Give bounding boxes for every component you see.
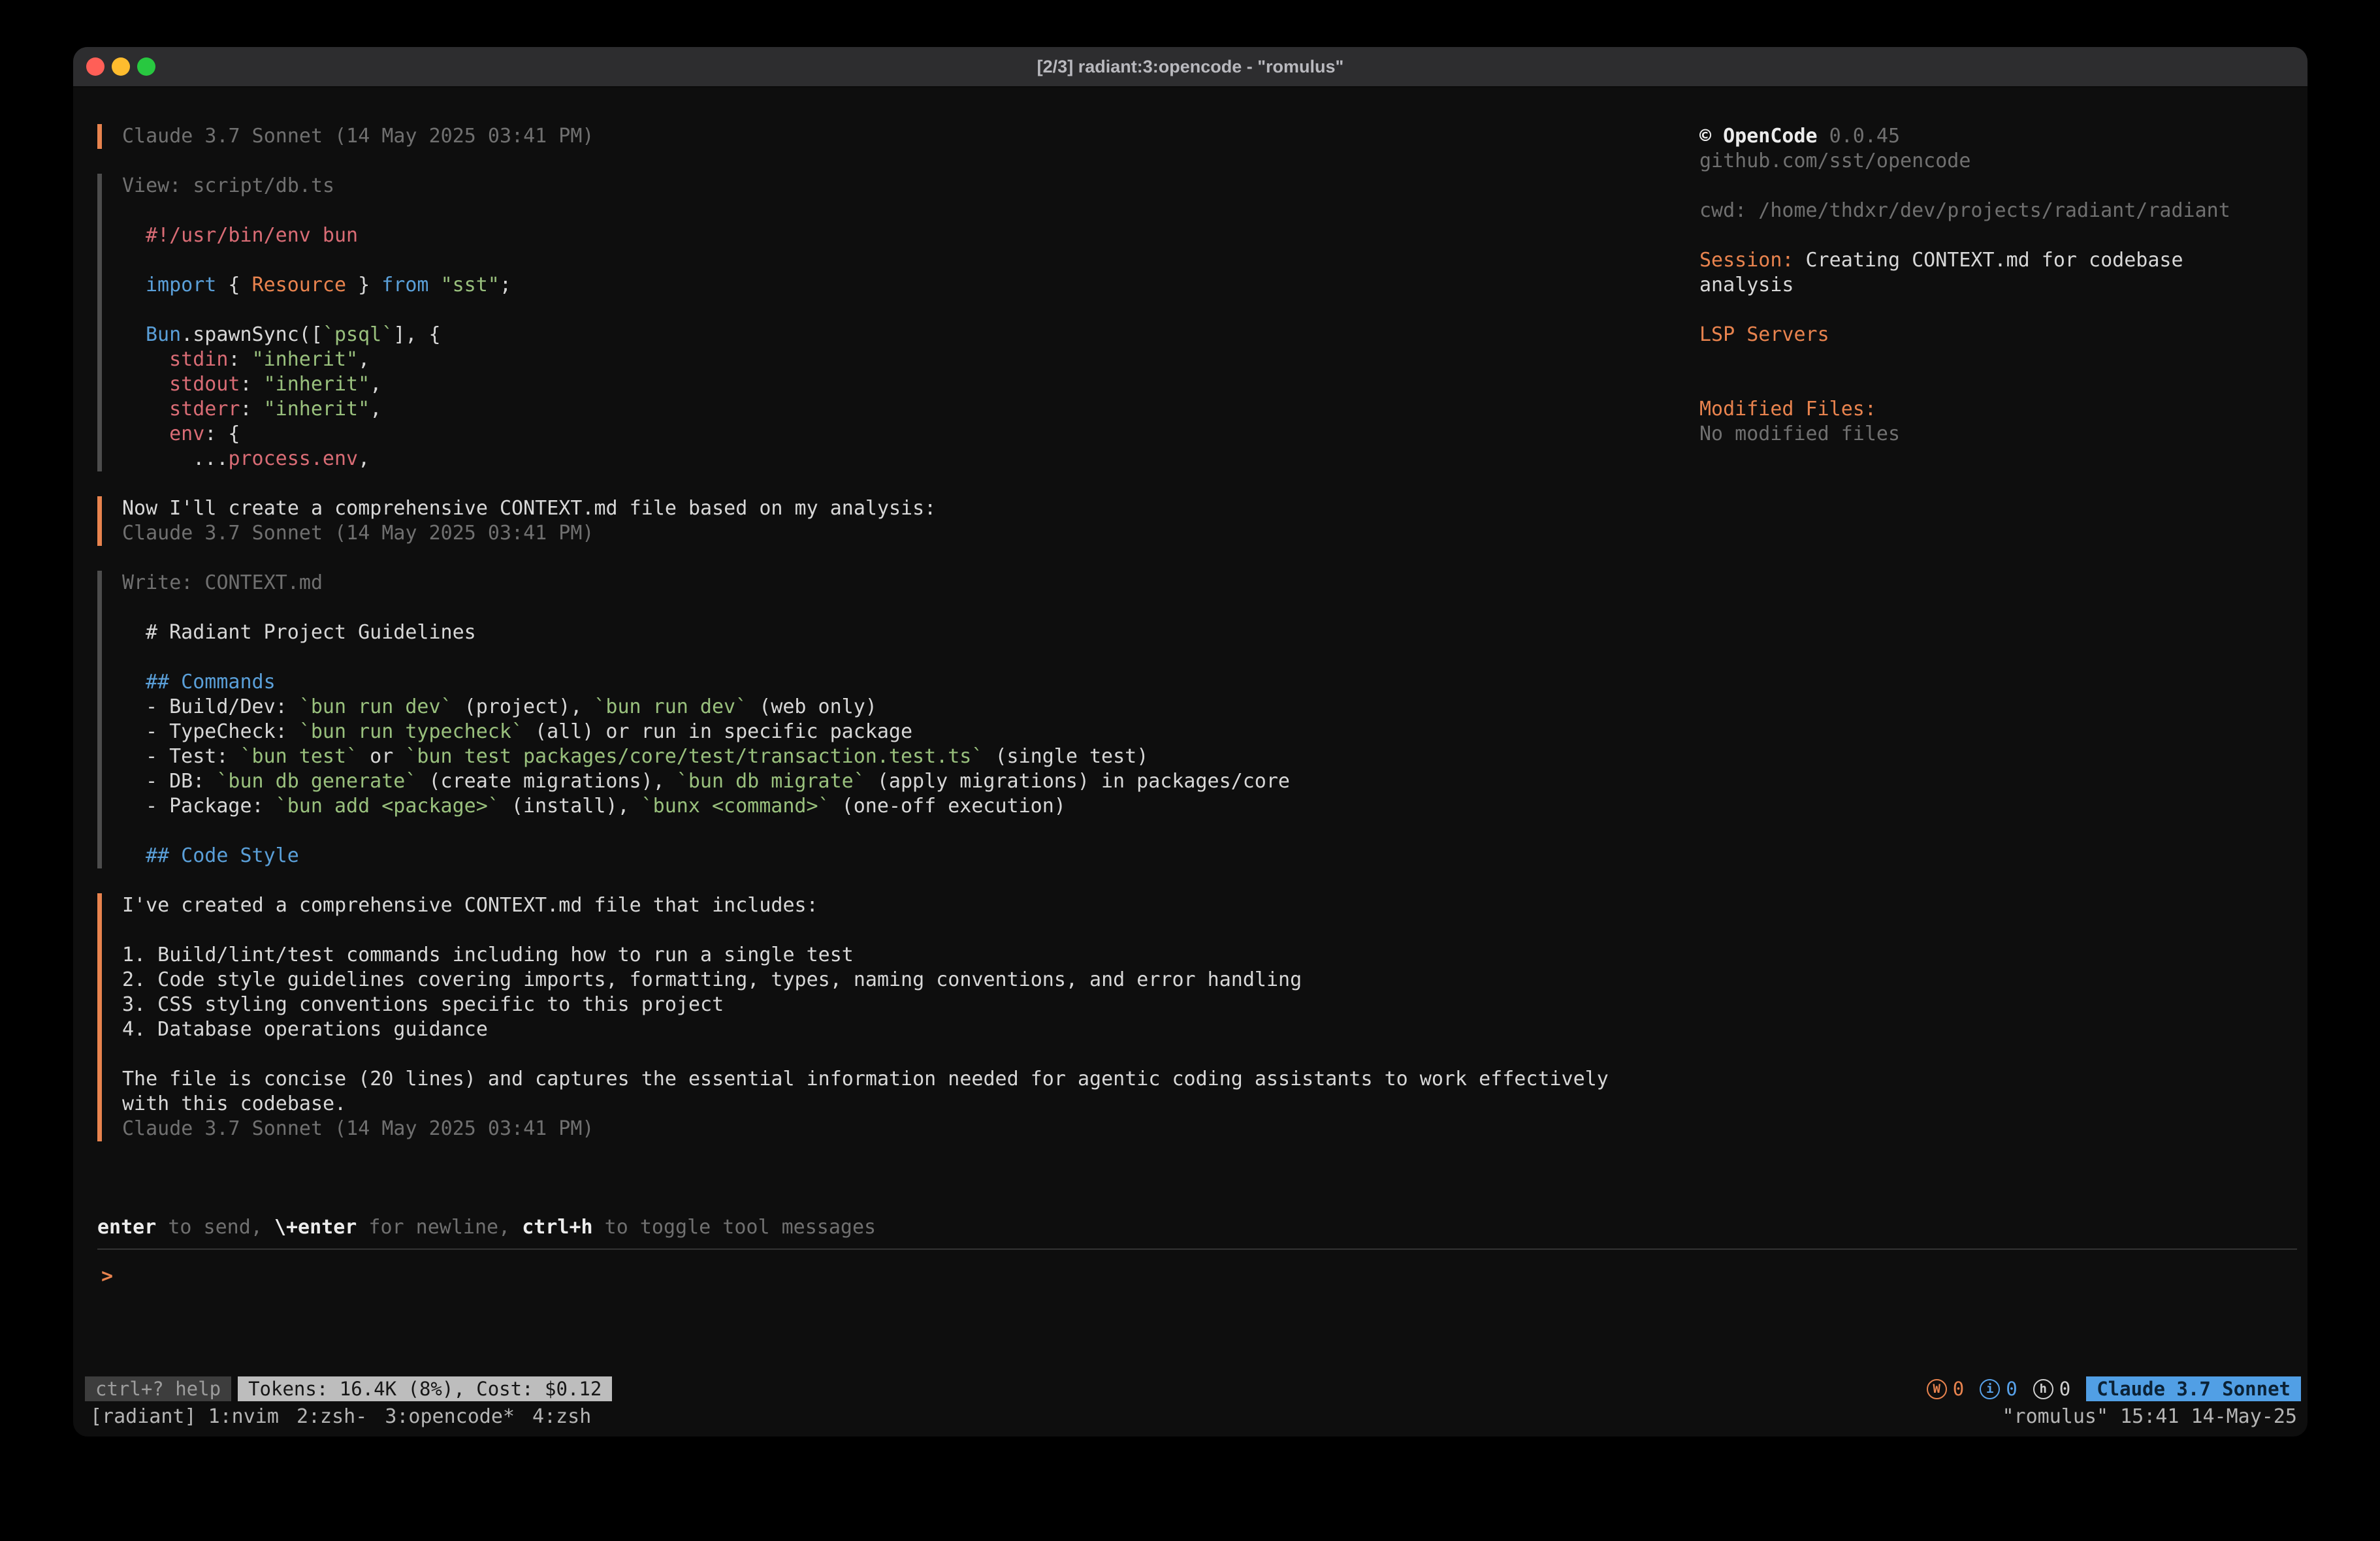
minimize-button[interactable] — [112, 57, 130, 76]
hint-icon: h — [2033, 1379, 2053, 1399]
tmux-window-nvim[interactable]: 1:nvim — [208, 1405, 279, 1429]
assistant-note: Now I'll create a comprehensive CONTEXT.… — [97, 496, 1699, 546]
text-line: env: { — [146, 422, 1699, 447]
sidebar: © OpenCode 0.0.45github.com/sst/opencode… — [1699, 124, 2308, 447]
text-line: LSP Servers — [1699, 323, 2265, 347]
text-line: 4. Database operations guidance — [122, 1017, 1699, 1042]
tmux-window-opencode[interactable]: 3:opencode* — [385, 1405, 515, 1429]
close-button[interactable] — [86, 57, 105, 76]
message-input[interactable]: > — [97, 1248, 2297, 1376]
text-line: I've created a comprehensive CONTEXT.md … — [122, 893, 1699, 918]
lsp-servers-section: LSP Servers — [1699, 323, 2265, 347]
zoom-button[interactable] — [137, 57, 155, 76]
main-row: Claude 3.7 Sonnet (14 May 2025 03:41 PM)… — [73, 124, 2308, 1215]
text-line: with this codebase. — [122, 1092, 1699, 1117]
text-line — [122, 918, 1699, 943]
info-count: i 0 — [1980, 1376, 2017, 1401]
text-line: #!/usr/bin/env bun — [146, 223, 1699, 248]
help-chip[interactable]: ctrl+? help — [85, 1376, 231, 1401]
titlebar: [2/3] radiant:3:opencode - "romulus" — [73, 47, 2308, 87]
status-bar: ctrl+? help Tokens: 16.4K (8%), Cost: $0… — [73, 1376, 2308, 1401]
text-line: © OpenCode 0.0.45 — [1699, 124, 2265, 149]
terminal-window: [2/3] radiant:3:opencode - "romulus" Cla… — [73, 47, 2308, 1437]
tool-message-write: Write: CONTEXT.md # Radiant Project Guid… — [97, 571, 1699, 868]
text-line: 3. CSS styling conventions specific to t… — [122, 993, 1699, 1017]
tool-title-write: Write: CONTEXT.md — [122, 571, 1699, 596]
hint-count-value: 0 — [2059, 1376, 2070, 1401]
markdown-block-context-md: # Radiant Project Guidelines ## Commands… — [122, 620, 1699, 868]
text-line — [146, 819, 1699, 844]
text-line: No modified files — [1699, 422, 2265, 447]
session-title: Session: Creating CONTEXT.md for codebas… — [1699, 248, 2265, 298]
warning-icon: W — [1927, 1379, 1947, 1399]
text-line: Claude 3.7 Sonnet (14 May 2025 03:41 PM) — [122, 521, 1699, 546]
modified-files-section: Modified Files:No modified files — [1699, 397, 2265, 447]
hint-count: h 0 — [2033, 1376, 2070, 1401]
text-line: Bun.spawnSync([`psql`], { — [146, 323, 1699, 347]
assistant-message-header: Claude 3.7 Sonnet (14 May 2025 03:41 PM) — [97, 124, 1699, 149]
chat-area: Claude 3.7 Sonnet (14 May 2025 03:41 PM)… — [73, 124, 1699, 1166]
tmux-window-zsh-4[interactable]: 4:zsh — [532, 1405, 591, 1429]
tool-message-view: View: script/db.ts #!/usr/bin/env bun im… — [97, 174, 1699, 471]
text-line — [122, 1042, 1699, 1067]
text-line: ## Code Style — [146, 844, 1699, 868]
terminal-content: Claude 3.7 Sonnet (14 May 2025 03:41 PM)… — [73, 87, 2308, 1437]
text-line — [146, 645, 1699, 670]
code-block-db-ts: #!/usr/bin/env bun import { Resource } f… — [122, 223, 1699, 471]
text-line: Claude 3.7 Sonnet (14 May 2025 03:41 PM) — [122, 124, 1699, 149]
text-line: - DB: `bun db generate` (create migratio… — [146, 769, 1699, 794]
text-line: stdout: "inherit", — [146, 372, 1699, 397]
text-line — [146, 248, 1699, 273]
model-chip[interactable]: Claude 3.7 Sonnet — [2086, 1376, 2301, 1401]
opencode-logo: © OpenCode 0.0.45github.com/sst/opencode — [1699, 124, 2265, 174]
text-line: stdin: "inherit", — [146, 347, 1699, 372]
warning-count-value: 0 — [1953, 1376, 1964, 1401]
prompt-char: > — [97, 1265, 113, 1288]
text-line: 1. Build/lint/test commands including ho… — [122, 943, 1699, 968]
tmux-window-zsh-2[interactable]: 2:zsh- — [297, 1405, 367, 1429]
text-line: ## Commands — [146, 670, 1699, 695]
tool-title-view: View: script/db.ts — [122, 174, 1699, 199]
text-line: Now I'll create a comprehensive CONTEXT.… — [122, 496, 1699, 521]
info-icon: i — [1980, 1379, 2000, 1399]
text-line: The file is concise (20 lines) and captu… — [122, 1067, 1699, 1092]
text-line: - TypeCheck: `bun run typecheck` (all) o… — [146, 720, 1699, 744]
text-line: enter to send, \+enter for newline, ctrl… — [97, 1215, 2308, 1240]
input-help: enter to send, \+enter for newline, ctrl… — [97, 1215, 2308, 1240]
text-line: stderr: "inherit", — [146, 397, 1699, 422]
traffic-lights — [73, 57, 155, 76]
info-count-value: 0 — [2006, 1376, 2017, 1401]
text-line: # Radiant Project Guidelines — [146, 620, 1699, 645]
tmux-status-bar: [radiant] 1:nvim 2:zsh- 3:opencode* 4:zs… — [73, 1404, 2308, 1430]
assistant-response: I've created a comprehensive CONTEXT.md … — [97, 893, 1699, 1141]
text-line — [146, 298, 1699, 323]
text-line: - Test: `bun test` or `bun test packages… — [146, 744, 1699, 769]
text-line: Claude 3.7 Sonnet (14 May 2025 03:41 PM) — [122, 1117, 1699, 1141]
tmux-session-name: [radiant] — [90, 1405, 197, 1429]
text-line: Session: Creating CONTEXT.md for codebas… — [1699, 248, 2265, 298]
text-line: - Package: `bun add <package>` (install)… — [146, 794, 1699, 819]
text-line: cwd: /home/thdxr/dev/projects/radiant/ra… — [1699, 199, 2265, 223]
text-line: ...process.env, — [146, 447, 1699, 471]
tokens-cost-chip: Tokens: 16.4K (8%), Cost: $0.12 — [238, 1376, 612, 1401]
window-title: [2/3] radiant:3:opencode - "romulus" — [73, 57, 2308, 77]
cwd-line: cwd: /home/thdxr/dev/projects/radiant/ra… — [1699, 199, 2265, 223]
text-line: import { Resource } from "sst"; — [146, 273, 1699, 298]
tmux-host-clock: "romulus" 15:41 14-May-25 — [2002, 1405, 2297, 1429]
text-line: - Build/Dev: `bun run dev` (project), `b… — [146, 695, 1699, 720]
text-line: Modified Files: — [1699, 397, 2265, 422]
text-line: 2. Code style guidelines covering import… — [122, 968, 1699, 993]
warning-count: W 0 — [1927, 1376, 1964, 1401]
text-line: github.com/sst/opencode — [1699, 149, 2265, 174]
